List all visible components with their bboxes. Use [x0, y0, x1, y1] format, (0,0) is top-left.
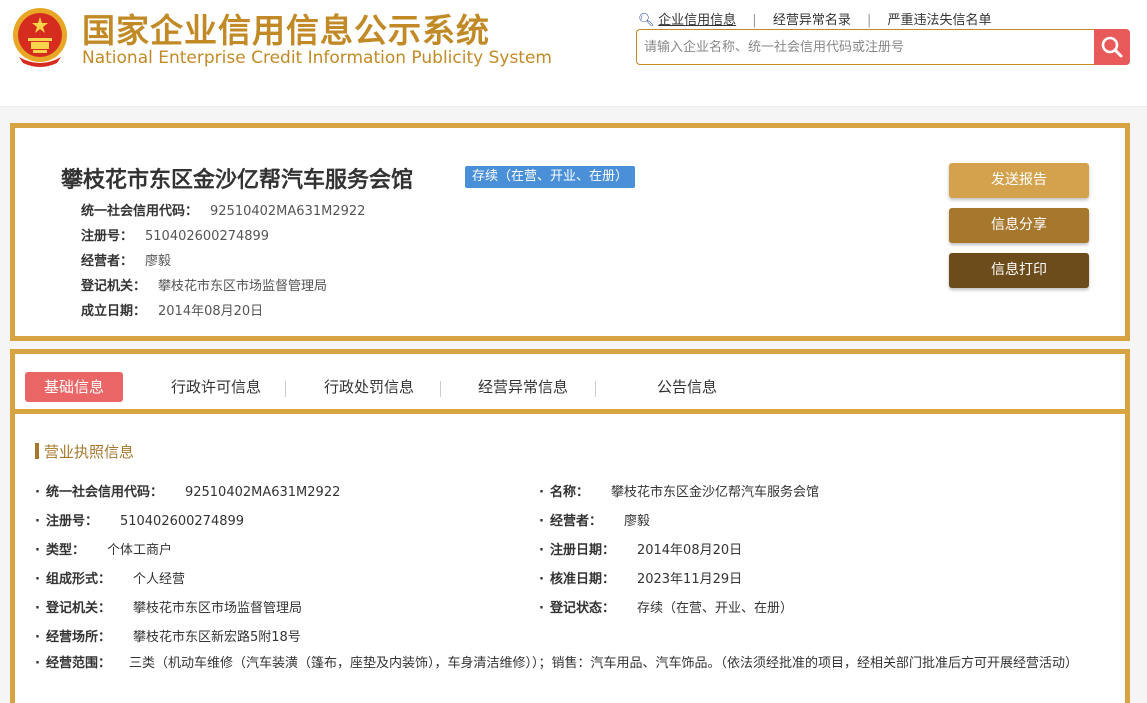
summary-value: 510402600274899 [145, 229, 270, 244]
tab-admin-license[interactable]: 行政许可信息 [160, 372, 272, 402]
field-label: 经营范围： [45, 656, 111, 671]
field-name: · 名称： 攀枝花市东区金沙亿帮汽车服务会馆 [539, 485, 819, 500]
field-business-scope: · 经营范围： 三类（机动车维修（汽车装潢（篷布，座垫及内装饰），车身清洁维修））；… [35, 656, 1078, 671]
field-type: · 类型： 个体工商户 [35, 543, 172, 558]
tab-separator [440, 381, 441, 397]
field-label: 登记机关： [45, 601, 111, 616]
summary-value: 廖毅 [145, 254, 172, 269]
field-value: 个人经营 [132, 572, 185, 587]
site-title-cn: 国家企业信用信息公示系统 [82, 11, 490, 50]
field-value: 92510402MA631M2922 [184, 485, 341, 500]
field-value: 攀枝花市东区市场监督管理局 [132, 601, 302, 616]
tab-separator [595, 381, 596, 397]
tab-separator [285, 381, 286, 397]
summary-row-operator: 经营者： 廖毅 [81, 250, 171, 269]
nav-separator: | [752, 13, 757, 28]
summary-label: 成立日期： [81, 304, 147, 319]
search-small-icon: 🔍︎ [638, 13, 655, 28]
nav-separator: | [866, 13, 872, 28]
section-marker [35, 443, 39, 459]
field-reg-status: · 登记状态： 存续（在营、开业、在册） [539, 601, 793, 616]
nav-link-abnormal-list[interactable]: 经营异常名录 [773, 13, 851, 28]
field-label: 名称： [549, 485, 589, 500]
summary-label: 登记机关： [81, 279, 147, 294]
status-badge: 存续（在营、开业、在册） [465, 166, 636, 188]
search-icon [1101, 36, 1123, 58]
summary-label: 经营者： [81, 254, 134, 269]
share-info-button[interactable]: 信息分享 [949, 208, 1089, 243]
field-approval-date: · 核准日期： 2023年11月29日 [539, 572, 743, 587]
summary-value: 攀枝花市东区市场监督管理局 [158, 279, 328, 294]
company-name: 攀枝花市东区金沙亿帮汽车服务会馆 [61, 168, 414, 193]
field-composition: · 组成形式： 个人经营 [35, 572, 185, 587]
nav-link-serious-violation[interactable]: 严重违法失信名单 [888, 13, 992, 28]
site-title-en: National Enterprise Credit Information P… [82, 48, 552, 68]
field-reg-number: · 注册号： 510402600274899 [35, 514, 245, 529]
field-value: 攀枝花市东区金沙亿帮汽车服务会馆 [610, 485, 819, 500]
field-value: 2014年08月20日 [636, 543, 743, 558]
company-summary-card: 攀枝花市东区金沙亿帮汽车服务会馆 存续（在营、开业、在册） 统一社会信用代码： 9… [10, 123, 1130, 341]
field-value: 攀枝花市东区新宏路5附18号 [132, 630, 301, 645]
field-value: 个体工商户 [106, 543, 172, 558]
summary-value: 92510402MA631M2922 [210, 204, 366, 219]
field-authority: · 登记机关： 攀枝花市东区市场监督管理局 [35, 601, 302, 616]
field-business-location: · 经营场所： 攀枝花市东区新宏路5附18号 [35, 630, 301, 645]
summary-row-reg-number: 注册号： 510402600274899 [81, 225, 269, 244]
summary-row-established: 成立日期： 2014年08月20日 [81, 300, 263, 319]
summary-label: 统一社会信用代码： [81, 204, 199, 219]
top-nav: 🔍︎ 企业信用信息 | 经营异常名录 | 严重违法失信名单 [638, 9, 992, 28]
field-value: 2023年11月29日 [636, 572, 743, 587]
search-button[interactable] [1094, 29, 1130, 65]
summary-row-credit-code: 统一社会信用代码： 92510402MA631M2922 [81, 200, 365, 219]
field-value: 三类（机动车维修（汽车装潢（篷布，座垫及内装饰），车身清洁维修））；销售：汽车用… [128, 656, 1078, 671]
search-box [636, 29, 1094, 65]
field-label: 核准日期： [549, 572, 615, 587]
field-label: 类型： [45, 543, 85, 558]
field-value: 存续（在营、开业、在册） [636, 601, 793, 616]
print-info-button[interactable]: 信息打印 [949, 253, 1089, 288]
tab-admin-penalty[interactable]: 行政处罚信息 [313, 372, 425, 402]
field-label: 组成形式： [45, 572, 111, 587]
field-label: 登记状态： [549, 601, 615, 616]
tab-bar: 基础信息 行政许可信息 行政处罚信息 经营异常信息 公告信息 [15, 354, 1125, 414]
field-credit-code: · 统一社会信用代码： 92510402MA631M2922 [35, 485, 341, 500]
tab-abnormal-operation[interactable]: 经营异常信息 [467, 372, 579, 402]
summary-row-authority: 登记机关： 攀枝花市东区市场监督管理局 [81, 275, 327, 294]
national-emblem-icon [13, 8, 67, 67]
nav-link-enterprise-credit[interactable]: 企业信用信息 [658, 13, 736, 28]
tab-announcements[interactable]: 公告信息 [647, 372, 727, 402]
field-label: 经营场所： [45, 630, 111, 645]
field-label: 注册日期： [549, 543, 615, 558]
field-value: 廖毅 [623, 514, 650, 529]
field-operator: · 经营者： 廖毅 [539, 514, 650, 529]
field-label: 经营者： [549, 514, 602, 529]
section-title: 营业执照信息 [35, 441, 134, 462]
summary-label: 注册号： [81, 229, 134, 244]
site-header: 国家企业信用信息公示系统 National Enterprise Credit … [0, 0, 1147, 107]
send-report-button[interactable]: 发送报告 [949, 163, 1089, 198]
detail-panel: 基础信息 行政许可信息 行政处罚信息 经营异常信息 公告信息 营业执照信息 · 统… [10, 349, 1130, 703]
search-input[interactable] [637, 30, 1094, 64]
field-value: 510402600274899 [119, 514, 245, 529]
field-reg-date: · 注册日期： 2014年08月20日 [539, 543, 743, 558]
field-label: 统一社会信用代码： [45, 485, 163, 500]
tab-basic-info[interactable]: 基础信息 [25, 372, 123, 402]
summary-value: 2014年08月20日 [158, 304, 264, 319]
field-label: 注册号： [45, 514, 98, 529]
